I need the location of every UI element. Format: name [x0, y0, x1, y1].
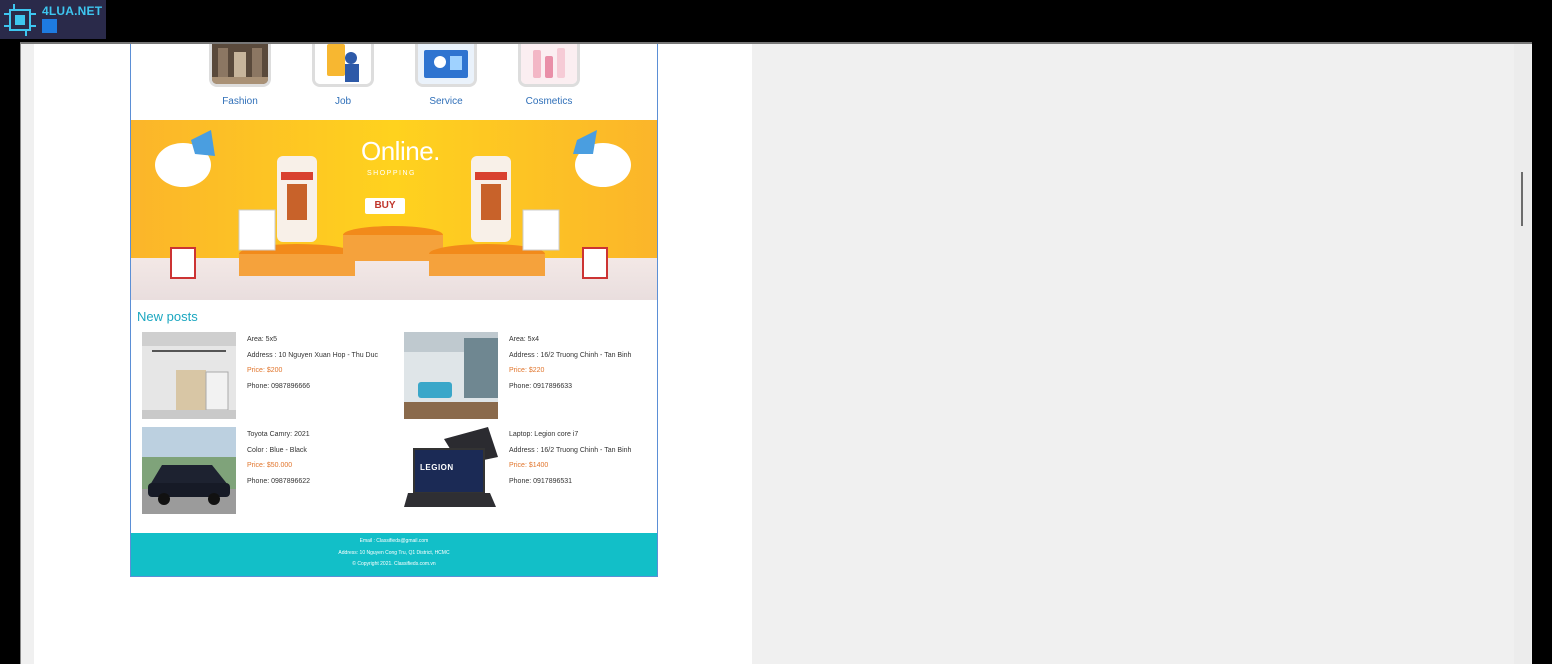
watermark-box	[42, 19, 57, 33]
post-phone: Phone: 0917896531	[509, 477, 573, 485]
promo-banner[interactable]: Online. SHOPPING BUY	[131, 120, 657, 300]
banner-title: Online.	[361, 136, 440, 166]
category-label: Fashion	[222, 96, 258, 107]
document-viewer[interactable]: Fashion Job Service Cosmetics Online. SH…	[20, 42, 1532, 664]
post-line1: Toyota Camry: 2021	[247, 431, 310, 438]
post-details: Toyota Camry: 2021 Color : Blue - Black …	[247, 427, 310, 489]
laptop-brand: LEGION	[420, 463, 454, 472]
shop-interior-icon	[209, 44, 271, 87]
scrollbar-thumb[interactable]	[1521, 172, 1523, 226]
category-fashion[interactable]: Fashion	[200, 44, 280, 107]
post-line1: Area: 5x5	[247, 336, 277, 343]
service-icon	[415, 44, 477, 87]
post-item[interactable]: LEGION Laptop: Legion core i7 Address : …	[404, 427, 654, 517]
room-photo	[142, 332, 236, 419]
watermark-text: 4LUA.NET	[42, 4, 103, 18]
car-photo	[142, 427, 236, 514]
post-phone: Phone: 0917896633	[509, 382, 573, 390]
post-details: Area: 5x4 Address : 16/2 Truong Chinh - …	[509, 332, 631, 394]
watermark-logo: 4LUA.NET	[0, 0, 106, 39]
post-price: Price: $220	[509, 367, 545, 374]
post-line1: Laptop: Legion core i7	[509, 431, 579, 438]
post-details: Area: 5x5 Address : 10 Nguyen Xuan Hop -…	[247, 332, 378, 394]
post-phone: Phone: 0987896666	[247, 382, 311, 390]
laptop-photo: LEGION	[404, 427, 498, 514]
post-details: Laptop: Legion core i7 Address : 16/2 Tr…	[509, 427, 631, 489]
new-posts-title: New posts	[137, 309, 198, 324]
buy-button[interactable]: BUY	[365, 198, 405, 214]
job-icon	[312, 44, 374, 87]
post-line1: Area: 5x4	[509, 336, 539, 343]
footer-email[interactable]: Email : Classifieds@gmail.com	[131, 536, 657, 548]
site-footer: Email : Classifieds@gmail.com Address: 1…	[131, 533, 657, 576]
post-price: Price: $1400	[509, 462, 549, 469]
post-line2: Address : 16/2 Truong Chinh - Tan Binh	[509, 446, 632, 454]
page: Fashion Job Service Cosmetics Online. SH…	[34, 44, 752, 664]
category-cosmetics[interactable]: Cosmetics	[509, 44, 589, 107]
post-line2: Color : Blue - Black	[247, 446, 307, 454]
room-photo	[404, 332, 498, 419]
post-item[interactable]: Toyota Camry: 2021 Color : Blue - Black …	[142, 427, 392, 517]
cosmetics-icon	[518, 44, 580, 87]
post-price: Price: $200	[247, 367, 283, 374]
category-label: Cosmetics	[525, 96, 573, 107]
post-item[interactable]: Area: 5x5 Address : 10 Nguyen Xuan Hop -…	[142, 332, 392, 422]
post-phone: Phone: 0987896622	[247, 477, 311, 485]
post-line2: Address : 10 Nguyen Xuan Hop - Thu Duc	[247, 351, 379, 359]
footer-address: Address: 10 Nguyen Cong Tru, Q1 District…	[338, 549, 450, 556]
post-line2: Address : 16/2 Truong Chinh - Tan Binh	[509, 351, 632, 359]
post-price: Price: $50.000	[247, 462, 293, 469]
category-job[interactable]: Job	[303, 44, 383, 107]
category-service[interactable]: Service	[406, 44, 486, 107]
scrollbar-track[interactable]	[1514, 44, 1531, 664]
category-label: Service	[429, 96, 463, 107]
banner-subtitle: SHOPPING	[367, 170, 416, 177]
category-label: Job	[334, 96, 352, 107]
website-mockup: Fashion Job Service Cosmetics Online. SH…	[130, 44, 658, 577]
circuit-icon	[4, 4, 36, 36]
post-item[interactable]: Area: 5x4 Address : 16/2 Truong Chinh - …	[404, 332, 654, 422]
footer-copyright: © Copyright 2021. Classifieds.com.vn	[352, 561, 436, 567]
